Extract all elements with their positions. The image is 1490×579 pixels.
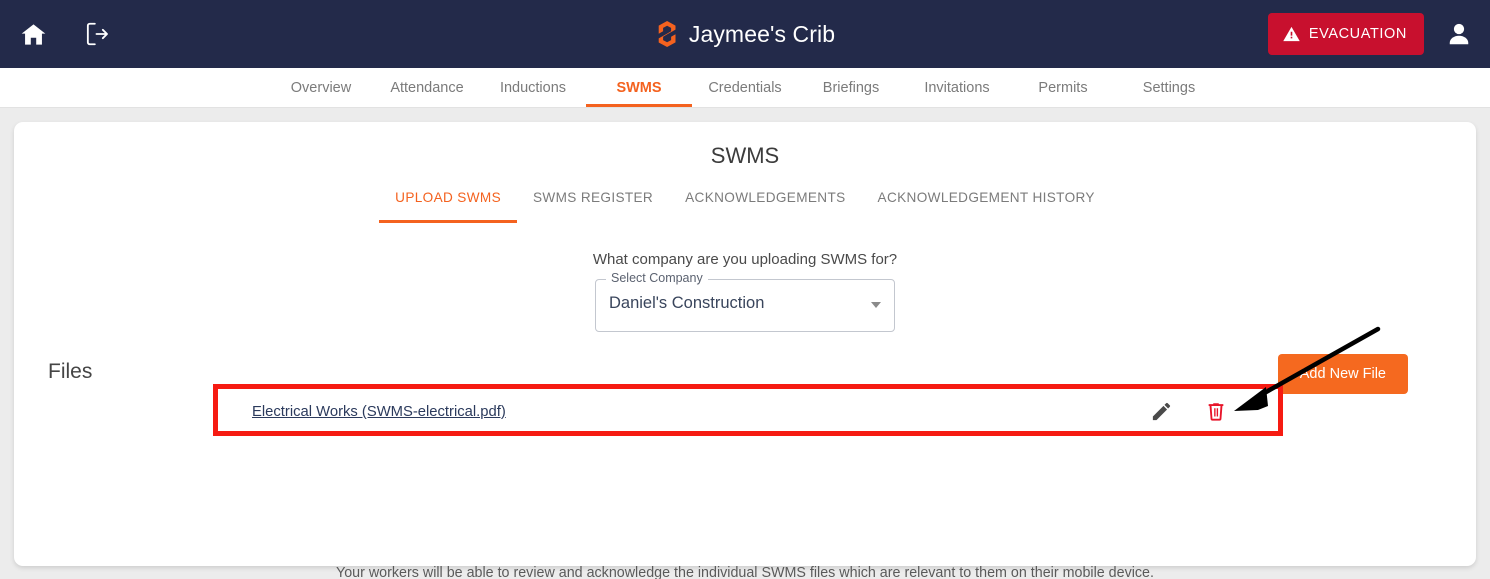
trash-delete-icon[interactable] (1203, 398, 1229, 424)
user-avatar-icon[interactable] (1438, 13, 1480, 55)
evacuation-label: EVACUATION (1308, 26, 1407, 42)
top-header-bar: Jaymee's Crib EVACUATION (0, 0, 1490, 68)
file-name-link[interactable]: Electrical Works (SWMS-electrical.pdf) (252, 404, 506, 420)
nav-item-swms[interactable]: SWMS (586, 68, 692, 107)
swms-subtabs: UPLOAD SWMS SWMS REGISTER ACKNOWLEDGEMEN… (14, 190, 1476, 223)
pencil-edit-icon[interactable] (1148, 398, 1174, 424)
subtab-swms-register[interactable]: SWMS REGISTER (517, 190, 669, 223)
nav-item-invitations[interactable]: Invitations (904, 68, 1010, 107)
brand-area: Jaymee's Crib (0, 21, 1490, 48)
subtab-upload-swms[interactable]: UPLOAD SWMS (379, 190, 517, 223)
subtab-acknowledgement-history[interactable]: ACKNOWLEDGEMENT HISTORY (862, 190, 1111, 223)
files-heading: Files (48, 360, 93, 383)
nav-item-inductions[interactable]: Inductions (480, 68, 586, 107)
nav-item-attendance[interactable]: Attendance (374, 68, 480, 107)
nav-item-credentials[interactable]: Credentials (692, 68, 798, 107)
home-icon[interactable] (12, 13, 54, 55)
select-company-value: Daniel's Construction (609, 294, 765, 312)
logout-icon[interactable] (76, 13, 118, 55)
select-company-field[interactable]: Select Company Daniel's Construction (595, 271, 895, 332)
nav-item-briefings[interactable]: Briefings (798, 68, 904, 107)
brand-logo-icon (658, 21, 676, 47)
select-company-label: Select Company (606, 271, 708, 286)
nav-item-overview[interactable]: Overview (268, 68, 374, 107)
chevron-down-icon[interactable] (871, 302, 881, 308)
page-title: Jaymee's Crib (688, 20, 836, 47)
section-title: SWMS (710, 143, 780, 168)
main-navigation: Overview Attendance Inductions SWMS Cred… (0, 68, 1490, 108)
app-root: Jaymee's Crib EVACUATION Overview Attend… (0, 0, 1490, 579)
file-row-actions (1148, 398, 1229, 424)
files-helper-text: Your workers will be able to review and … (336, 565, 1154, 579)
swms-content-card: SWMS UPLOAD SWMS SWMS REGISTER ACKNOWLED… (14, 122, 1476, 579)
add-new-file-button[interactable]: Add New File (1277, 354, 1408, 394)
table-row: Electrical Works (SWMS-electrical.pdf) (213, 384, 1283, 436)
company-question-label: What company are you uploading SWMS for? (592, 251, 898, 268)
nav-item-settings[interactable]: Settings (1116, 68, 1222, 107)
evacuation-button[interactable]: EVACUATION (1267, 13, 1424, 55)
header-left-actions (0, 13, 118, 55)
subtab-acknowledgements[interactable]: ACKNOWLEDGEMENTS (669, 190, 861, 223)
nav-item-permits[interactable]: Permits (1010, 68, 1116, 107)
header-right-actions: EVACUATION (1267, 13, 1480, 55)
warning-triangle-icon (1283, 26, 1300, 42)
